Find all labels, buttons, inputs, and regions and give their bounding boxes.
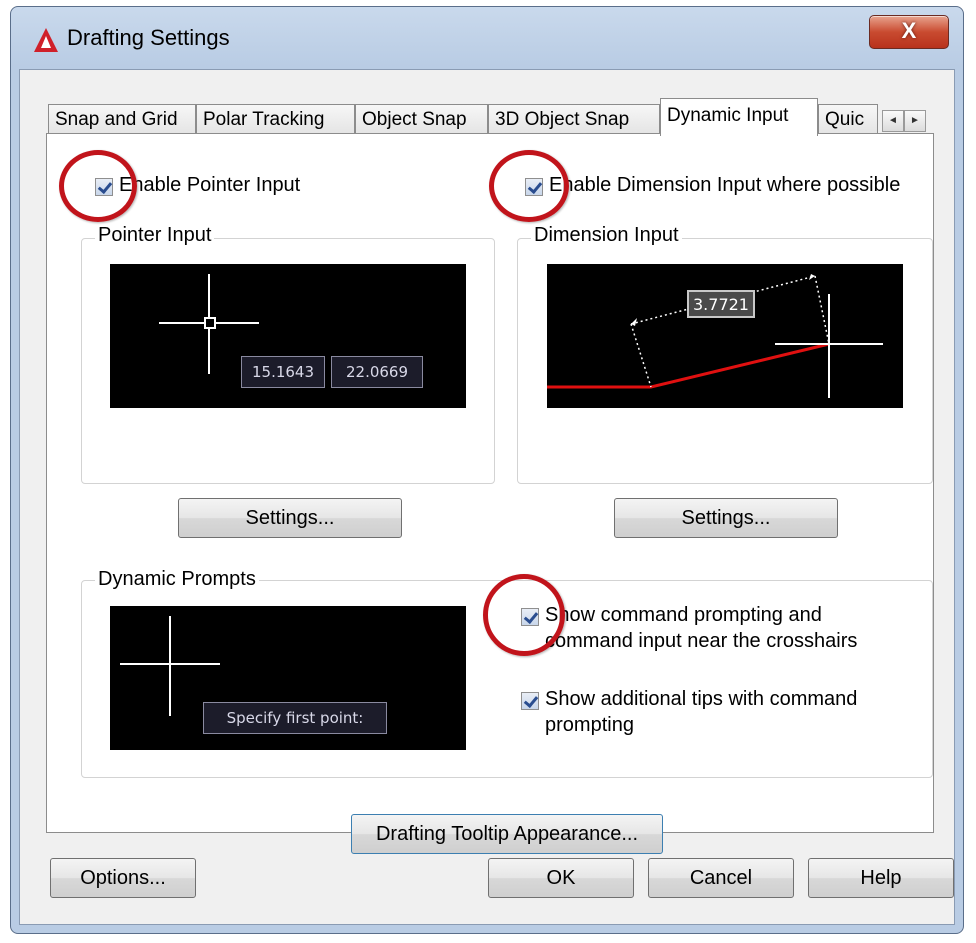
pointer-input-preview: 15.1643 22.0669 <box>110 264 466 408</box>
enable-dimension-input-label[interactable]: Enable Dimension Input where possible <box>549 174 900 197</box>
dynamic-prompts-group-title: Dynamic Prompts <box>95 568 259 591</box>
drafting-tooltip-appearance-button[interactable]: Drafting Tooltip Appearance... <box>351 814 663 854</box>
dimension-settings-button[interactable]: Settings... <box>614 498 838 538</box>
enable-pointer-input-label[interactable]: Enable Pointer Input <box>119 174 300 197</box>
highlight-circle <box>59 150 137 222</box>
drafting-settings-dialog: Drafting Settings X Snap and Grid Polar … <box>10 6 964 934</box>
highlight-circle <box>483 574 565 656</box>
show-additional-tips-label-line2[interactable]: prompting <box>545 714 634 737</box>
tab-scroll-right-icon[interactable]: ► <box>904 110 926 132</box>
window-title: Drafting Settings <box>67 25 230 50</box>
close-icon: X <box>901 18 917 43</box>
cancel-button[interactable]: Cancel <box>648 858 794 898</box>
highlight-circle <box>489 150 569 222</box>
title-bar[interactable]: Drafting Settings X <box>11 7 963 69</box>
tab-object-snap[interactable]: Object Snap <box>355 104 488 134</box>
dynamic-input-panel: Enable Pointer Input Enable Dimension In… <box>46 133 934 854</box>
dimension-diagram-icon <box>547 274 883 398</box>
dimension-input-group-title: Dimension Input <box>531 224 682 247</box>
pointer-y-value: 22.0669 <box>331 356 423 388</box>
show-additional-tips-label-line1[interactable]: Show additional tips with command <box>545 688 857 711</box>
tab-dynamic-input[interactable]: Dynamic Input <box>660 98 818 136</box>
tab-scroll-left-icon[interactable]: ◄ <box>882 110 904 132</box>
tab-polar-tracking[interactable]: Polar Tracking <box>196 104 355 134</box>
pointer-x-value: 15.1643 <box>241 356 325 388</box>
help-button[interactable]: Help <box>808 858 954 898</box>
tab-quick-properties[interactable]: Quic <box>818 104 878 134</box>
show-additional-tips-checkbox[interactable] <box>521 692 539 710</box>
dimension-input-preview: 3.7721 <box>547 264 903 408</box>
ok-button[interactable]: OK <box>488 858 634 898</box>
tab-snap-and-grid[interactable]: Snap and Grid <box>48 104 196 134</box>
tab-3d-object-snap[interactable]: 3D Object Snap <box>488 104 660 134</box>
pointer-input-group-title: Pointer Input <box>95 224 215 247</box>
autocad-logo-icon <box>34 28 58 52</box>
show-command-prompting-label-line1[interactable]: Show command prompting and <box>545 604 822 627</box>
dialog-client-area: Snap and Grid Polar Tracking Object Snap… <box>19 69 955 925</box>
close-button[interactable]: X <box>869 15 949 49</box>
options-button[interactable]: Options... <box>50 858 196 898</box>
dynamic-prompts-preview: Specify first point: <box>110 606 466 750</box>
dimension-value: 3.7721 <box>687 290 755 318</box>
prompt-tooltip-text: Specify first point: <box>203 702 387 734</box>
pointer-settings-button[interactable]: Settings... <box>178 498 402 538</box>
show-command-prompting-label-line2[interactable]: command input near the crosshairs <box>545 630 857 653</box>
